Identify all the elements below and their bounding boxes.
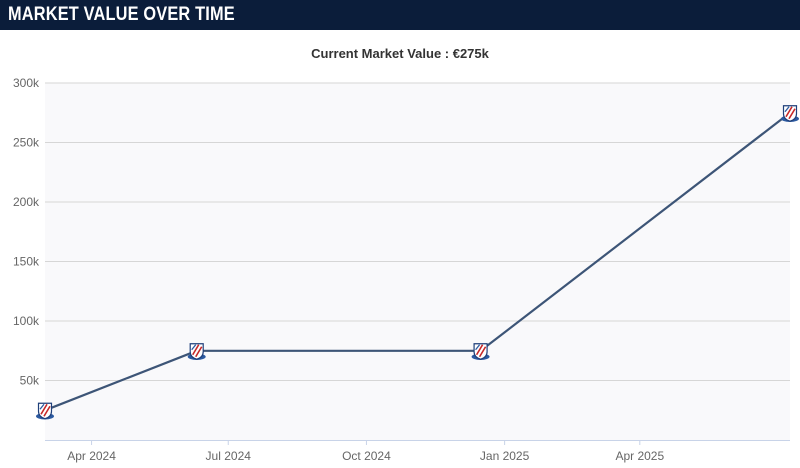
x-tick-label: Apr 2025 (615, 449, 664, 463)
x-tick-label: Jan 2025 (480, 449, 530, 463)
y-tick-label: 150k (13, 255, 40, 269)
y-tick-label: 200k (13, 195, 40, 209)
y-tick-label: 300k (13, 76, 40, 90)
x-tick-label: Oct 2024 (342, 449, 391, 463)
x-tick-label: Apr 2024 (67, 449, 116, 463)
y-tick-label: 100k (13, 314, 40, 328)
y-tick-label: 250k (13, 136, 40, 150)
y-tick-label: 50k (20, 374, 40, 388)
club-crest-icon (35, 402, 55, 421)
market-value-chart: 50k 100k 150k 200k 250k 300k Apr 2024 Jul 2024 O… (13, 76, 800, 463)
club-crest-icon (780, 104, 800, 123)
club-crest-icon (470, 342, 491, 361)
club-crest-icon (186, 342, 207, 361)
x-tick-label: Jul 2024 (206, 449, 252, 463)
